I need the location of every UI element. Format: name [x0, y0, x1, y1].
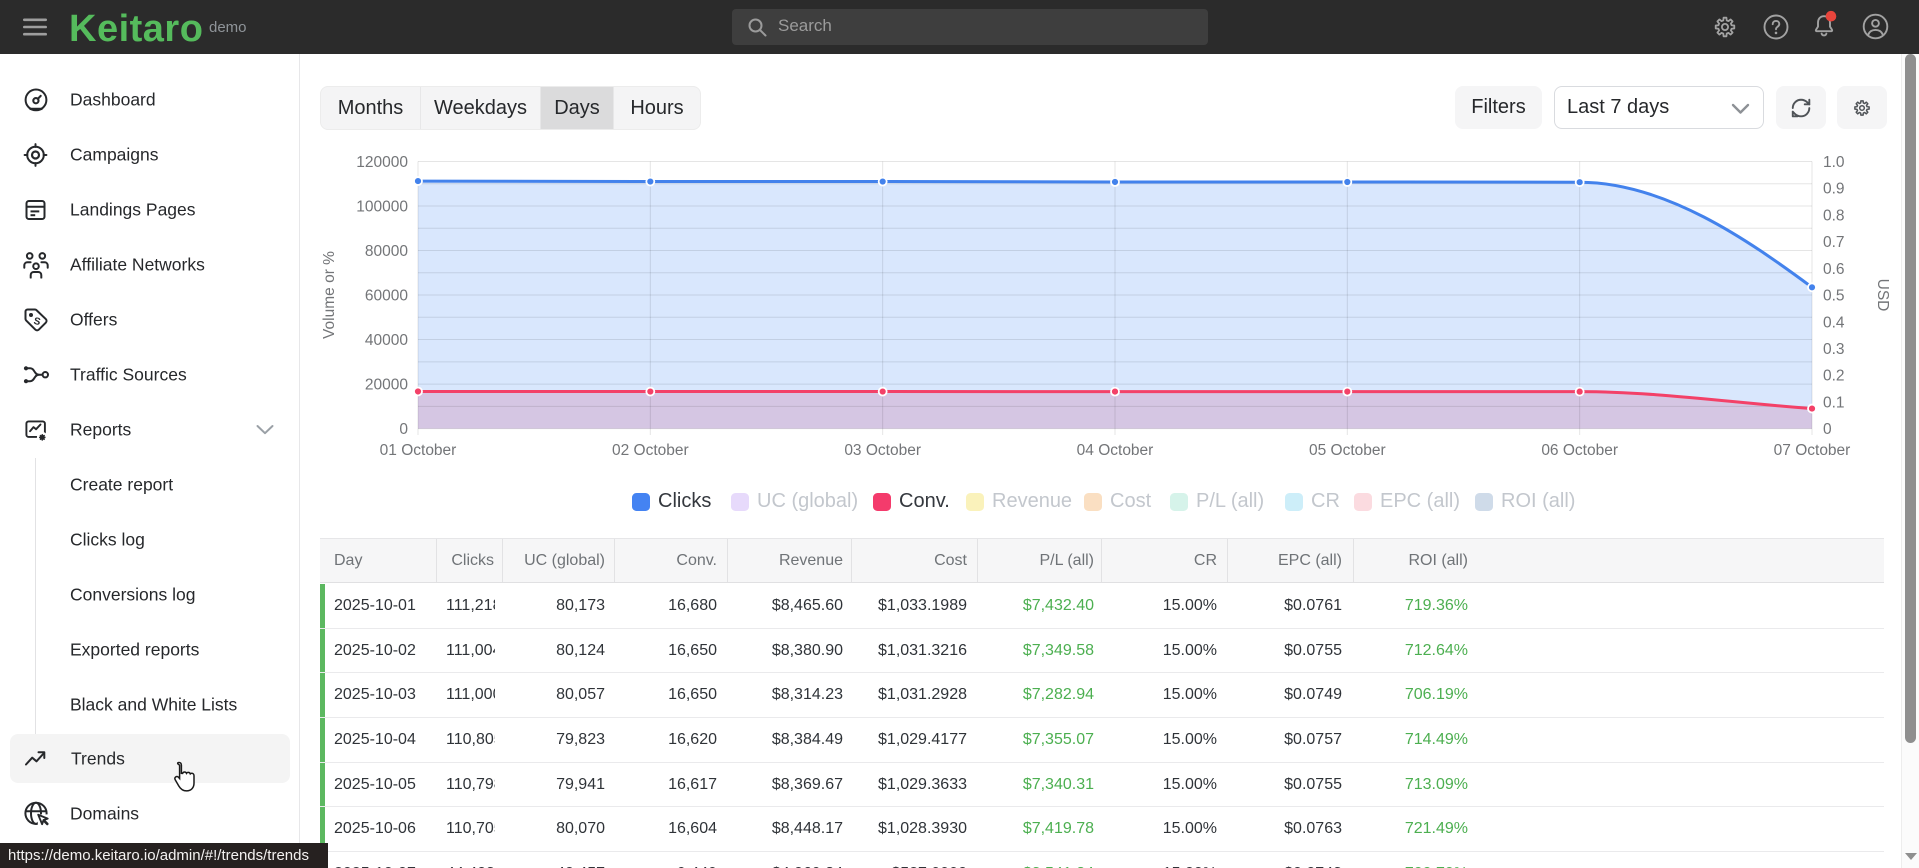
- svg-text:1.0: 1.0: [1823, 154, 1845, 171]
- svg-text:02 October: 02 October: [612, 442, 689, 459]
- svg-text:0.1: 0.1: [1823, 394, 1845, 411]
- svg-text:0.4: 0.4: [1823, 314, 1845, 331]
- svg-text:0.8: 0.8: [1823, 207, 1845, 224]
- svg-text:USD: USD: [1874, 279, 1891, 312]
- svg-text:0: 0: [1823, 421, 1832, 438]
- svg-text:05 October: 05 October: [1309, 442, 1386, 459]
- svg-text:100000: 100000: [356, 199, 408, 216]
- svg-text:80000: 80000: [365, 243, 408, 260]
- svg-text:0.7: 0.7: [1823, 234, 1845, 251]
- svg-text:0.6: 0.6: [1823, 261, 1845, 278]
- svg-text:06 October: 06 October: [1541, 442, 1618, 459]
- svg-text:0: 0: [399, 421, 408, 438]
- svg-text:40000: 40000: [365, 332, 408, 349]
- svg-text:03 October: 03 October: [844, 442, 921, 459]
- svg-text:S: S: [32, 315, 41, 327]
- svg-text:01 October: 01 October: [380, 442, 457, 459]
- svg-text:120000: 120000: [356, 154, 408, 171]
- svg-text:04 October: 04 October: [1077, 442, 1154, 459]
- svg-text:0.5: 0.5: [1823, 288, 1845, 305]
- svg-text:60000: 60000: [365, 288, 408, 305]
- svg-text:0.3: 0.3: [1823, 341, 1845, 358]
- svg-text:0.2: 0.2: [1823, 368, 1845, 385]
- svg-text:07 October: 07 October: [1774, 442, 1851, 459]
- svg-text:20000: 20000: [365, 377, 408, 394]
- svg-text:0.9: 0.9: [1823, 181, 1845, 198]
- svg-text:Volume or %: Volume or %: [321, 251, 338, 339]
